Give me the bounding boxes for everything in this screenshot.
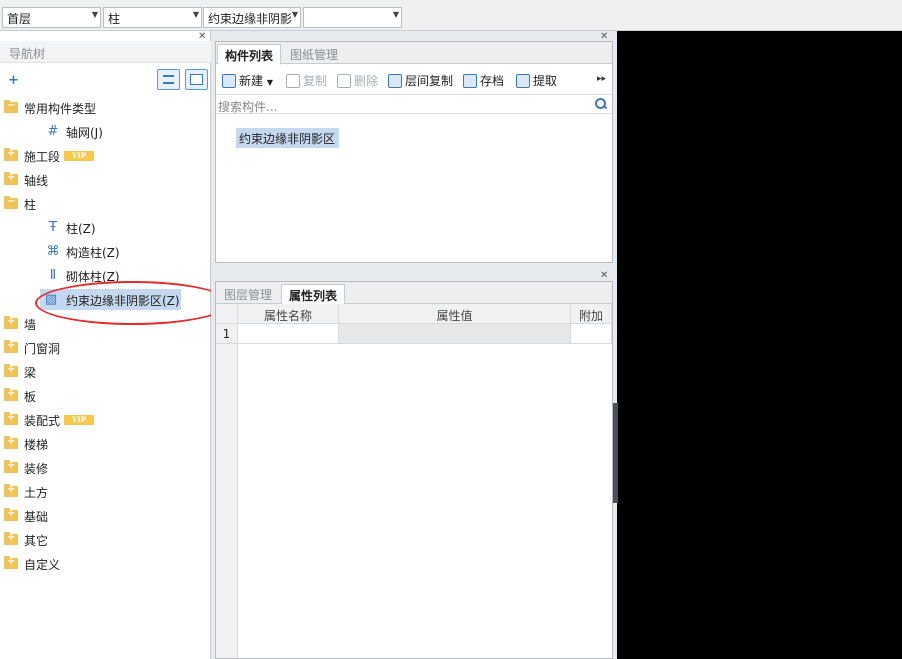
tree-node-constructional-column[interactable]: ⌘ 构造柱(Z) xyxy=(0,241,210,263)
component-panel-tabs: 构件列表 图纸管理 xyxy=(216,42,612,65)
tree-node-construction-section[interactable]: + 施工段 VIP xyxy=(0,145,210,167)
tree-node-column[interactable]: − 柱 xyxy=(0,193,210,215)
tree-node-door-window-opening[interactable]: + 门窗洞 xyxy=(0,337,210,359)
tree-node-decoration[interactable]: + 装修 xyxy=(0,457,210,479)
list-view-button[interactable] xyxy=(157,69,180,90)
tree-node-foundation[interactable]: + 基础 xyxy=(0,505,210,527)
middle-panels: ✕ 构件列表 图纸管理 新建 ▼ 复制 删除 层间复制 存档 提取 ▸▸ 搜索构… xyxy=(211,31,617,659)
chevron-down-icon: ▼ xyxy=(291,10,298,19)
floor-combo[interactable]: 首层 ▼ xyxy=(2,7,101,28)
list-icon xyxy=(163,75,174,84)
property-panel: 图层管理 属性列表 属性名称 属性值 附加 1 xyxy=(215,281,613,659)
tree-node-beam[interactable]: + 梁 xyxy=(0,361,210,383)
tree-node-column-z[interactable]: Ŧ 柱(Z) xyxy=(0,217,210,239)
folder-icon: + xyxy=(4,172,18,185)
component-search-input[interactable]: 搜索构件... xyxy=(216,94,612,114)
column-header-value[interactable]: 属性值 xyxy=(339,304,571,324)
red-annotation-ellipse xyxy=(35,281,230,325)
folder-icon: + xyxy=(4,364,18,377)
delete-icon xyxy=(337,74,351,88)
more-icon[interactable]: ▸▸ xyxy=(597,74,606,84)
component-list-panel: 构件列表 图纸管理 新建 ▼ 复制 删除 层间复制 存档 提取 ▸▸ 搜索构件.… xyxy=(215,41,613,263)
folder-icon: + xyxy=(4,148,18,161)
tab-drawing-management[interactable]: 图纸管理 xyxy=(283,44,345,64)
extract-icon xyxy=(516,74,530,88)
save-icon xyxy=(463,74,477,88)
navigation-tree-panel: ✕ 导航树 + − 常用构件类型 # 轴网(J) + 施工段 VIP + 轴线 … xyxy=(0,31,230,659)
component-type-combo[interactable]: 柱 ▼ xyxy=(103,7,202,28)
nav-toolbar: + xyxy=(0,67,211,93)
copy-icon xyxy=(286,74,300,88)
chevron-down-icon: ▼ xyxy=(392,10,399,19)
drawing-canvas[interactable] xyxy=(617,31,902,659)
search-icon[interactable] xyxy=(595,98,606,109)
folder-icon: + xyxy=(4,436,18,449)
tree-node-axis-line[interactable]: + 轴线 xyxy=(0,169,210,191)
nav-panel-title: 导航树 xyxy=(0,41,211,63)
column-icon: Ŧ xyxy=(49,220,57,235)
folder-icon: + xyxy=(4,508,18,521)
chevron-down-icon: ▼ xyxy=(266,78,273,87)
folder-icon: + xyxy=(4,532,18,545)
column-header-name[interactable]: 属性名称 xyxy=(238,304,339,324)
new-button[interactable]: 新建 ▼ xyxy=(222,72,273,89)
component-instance-combo[interactable]: ▼ xyxy=(303,7,402,28)
floor-copy-button[interactable]: 层间复制 xyxy=(388,72,453,89)
component-list-item[interactable]: 约束边缘非阴影区 xyxy=(236,128,340,148)
tab-property-list[interactable]: 属性列表 xyxy=(281,284,346,305)
constructional-column-icon: ⌘ xyxy=(46,244,60,259)
add-node-icon[interactable]: + xyxy=(8,73,19,88)
folder-icon: + xyxy=(4,460,18,473)
folder-icon: + xyxy=(4,316,18,329)
property-panel-tabs: 图层管理 属性列表 xyxy=(216,282,612,305)
row-header-corner xyxy=(216,304,238,324)
table-header-row: 属性名称 属性值 附加 xyxy=(216,304,612,324)
folder-icon: + xyxy=(4,388,18,401)
column-header-extra[interactable]: 附加 xyxy=(571,304,612,324)
tree-node-prefab[interactable]: + 装配式 VIP xyxy=(0,409,210,431)
panel-splitter-handle[interactable] xyxy=(613,403,618,503)
tab-layer-management[interactable]: 图层管理 xyxy=(217,284,279,304)
table-row: 1 xyxy=(216,324,612,344)
folder-icon: + xyxy=(4,556,18,569)
folder-icon: + xyxy=(4,484,18,497)
tab-component-list[interactable]: 构件列表 xyxy=(217,44,282,65)
folder-icon: + xyxy=(4,412,18,425)
tree-node-slab[interactable]: + 板 xyxy=(0,385,210,407)
detail-view-button[interactable] xyxy=(185,69,208,90)
property-value-cell[interactable] xyxy=(339,324,571,344)
masonry-column-icon: Ⅱ xyxy=(49,268,57,283)
tree-node-common-types[interactable]: − 常用构件类型 xyxy=(0,97,210,119)
tree-node-other[interactable]: + 其它 xyxy=(0,529,210,551)
chevron-down-icon: ▼ xyxy=(91,10,98,19)
component-toolbar: 新建 ▼ 复制 删除 层间复制 存档 提取 ▸▸ xyxy=(216,68,612,92)
tree-node-axis-grid[interactable]: # 轴网(J) xyxy=(0,121,210,143)
grid-icon: # xyxy=(47,124,59,139)
delete-button[interactable]: 删除 xyxy=(337,72,378,89)
new-icon xyxy=(222,74,236,88)
panel-icon xyxy=(190,74,203,85)
row-gutter xyxy=(216,344,238,658)
copy-button[interactable]: 复制 xyxy=(286,72,327,89)
folder-icon: + xyxy=(4,340,18,353)
folder-open-icon: − xyxy=(4,100,18,113)
component-subtype-combo[interactable]: 约束边缘非阴影 ▼ xyxy=(203,7,301,28)
folder-open-icon: − xyxy=(4,196,18,209)
close-icon[interactable]: ✕ xyxy=(600,270,608,281)
floor-component-selector-bar: 首层 ▼ 柱 ▼ 约束边缘非阴影 ▼ ▼ xyxy=(0,0,902,31)
chevron-down-icon: ▼ xyxy=(192,10,199,19)
extract-button[interactable]: 提取 xyxy=(516,72,557,89)
vip-badge: VIP xyxy=(64,151,94,161)
save-button[interactable]: 存档 xyxy=(463,72,504,89)
property-extra-cell[interactable] xyxy=(571,324,612,344)
floor-copy-icon xyxy=(388,74,402,88)
tree-node-stairs[interactable]: + 楼梯 xyxy=(0,433,210,455)
row-index: 1 xyxy=(216,324,238,344)
vip-badge: VIP xyxy=(64,415,94,425)
tree-node-custom[interactable]: + 自定义 xyxy=(0,553,210,575)
tree-node-earthwork[interactable]: + 土方 xyxy=(0,481,210,503)
property-name-cell[interactable] xyxy=(238,324,339,344)
